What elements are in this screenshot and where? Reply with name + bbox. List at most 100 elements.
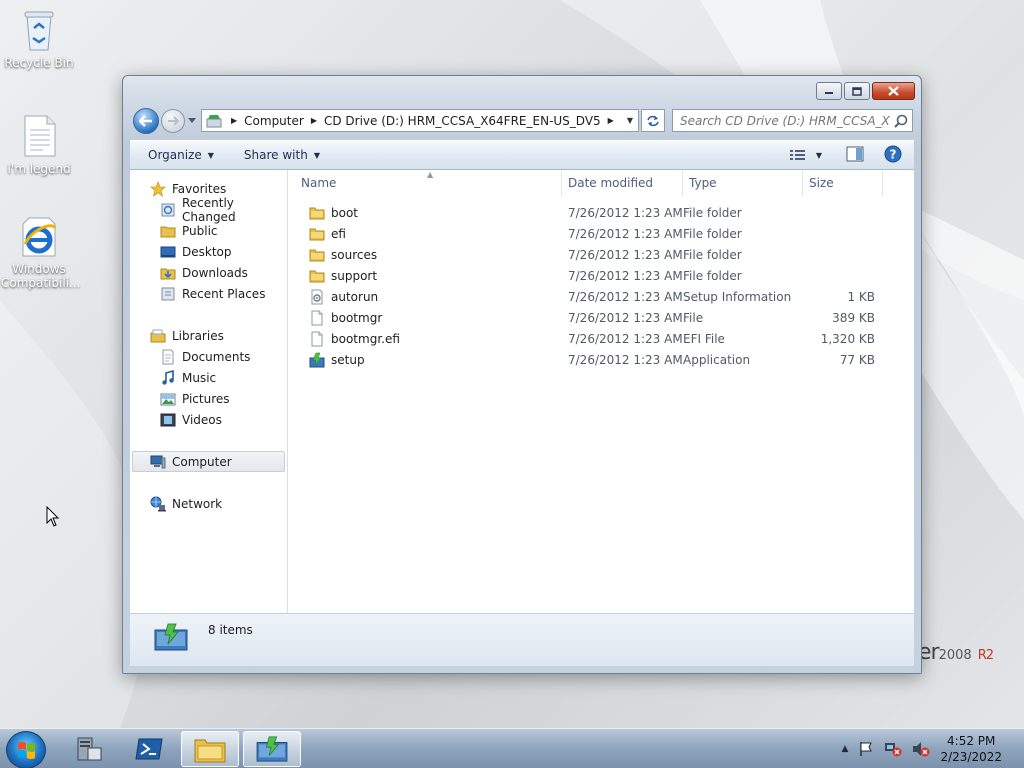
file-name: bootmgr xyxy=(331,310,383,325)
change-view-button[interactable]: ▼ xyxy=(789,149,822,161)
file-name: efi xyxy=(331,226,346,241)
file-name-cell[interactable]: sources xyxy=(289,244,562,265)
desktop-icon-windows-compatibility[interactable]: Windows Compatibili... xyxy=(1,214,80,290)
file-name-cell[interactable]: bootmgr.efi xyxy=(289,328,562,349)
nav-item-recently-changed[interactable]: Recently Changed xyxy=(130,196,287,224)
file-list-pane[interactable]: ▲ Name Date modified Type Size boot 7/26/… xyxy=(289,170,914,613)
file-name-cell[interactable]: bootmgr xyxy=(289,307,562,328)
star-icon xyxy=(150,180,166,197)
file-size: 77 KB xyxy=(839,352,875,367)
taskbar-server-manager[interactable] xyxy=(60,731,118,767)
nav-item-pictures[interactable]: Pictures xyxy=(130,388,287,409)
column-header-label: Type xyxy=(689,176,717,190)
file-type: Setup Information xyxy=(683,289,792,304)
windows-logo-icon xyxy=(18,742,35,759)
nav-computer[interactable]: Computer xyxy=(132,451,285,472)
nav-item-label: Music xyxy=(182,370,217,385)
svg-text:?: ? xyxy=(890,147,897,161)
start-button[interactable] xyxy=(6,731,46,768)
column-header-size[interactable]: Size xyxy=(803,170,883,196)
address-bar[interactable]: ▶ Computer ▶ CD Drive (D:) HRM_CCSA_X64F… xyxy=(201,109,639,132)
nav-item-downloads[interactable]: Downloads xyxy=(130,262,287,283)
desktop-icon-recycle-bin[interactable]: Recycle Bin xyxy=(1,8,77,70)
address-history-dropdown-icon[interactable]: ▼ xyxy=(622,116,638,125)
file-row-efi[interactable]: efi 7/26/2012 1:23 AM File folder xyxy=(289,223,914,244)
search-input[interactable] xyxy=(680,113,890,128)
file-size: 389 KB xyxy=(832,310,875,325)
nav-libraries[interactable]: Libraries xyxy=(130,325,287,346)
file-row-setup[interactable]: setup 7/26/2012 1:23 AM Application 77 KB xyxy=(289,349,914,370)
preview-pane-button[interactable] xyxy=(846,146,864,165)
file-name: support xyxy=(331,268,378,283)
nav-network[interactable]: Network xyxy=(130,493,287,514)
breadcrumb-separator-icon[interactable]: ▶ xyxy=(311,116,317,125)
folder-icon xyxy=(309,205,331,221)
close-icon xyxy=(888,86,899,96)
navigation-pane[interactable]: Favorites Recently Changed Public Deskto… xyxy=(130,170,288,613)
taskbar-powershell[interactable] xyxy=(120,731,178,767)
file-row-bootmgr[interactable]: bootmgr 7/26/2012 1:23 AM File 389 KB xyxy=(289,307,914,328)
text-document-icon xyxy=(19,114,59,158)
desktop-icon xyxy=(160,246,176,257)
desktop-icon-text-file[interactable]: I'm legend xyxy=(1,114,77,176)
share-with-button[interactable]: Share with ▼ xyxy=(234,143,330,167)
clock[interactable]: 4:52 PM 2/23/2022 xyxy=(940,733,1002,765)
file-row-support[interactable]: support 7/26/2012 1:23 AM File folder xyxy=(289,265,914,286)
file-row-boot[interactable]: boot 7/26/2012 1:23 AM File folder xyxy=(289,202,914,223)
close-button[interactable] xyxy=(872,82,915,100)
nav-network-label: Network xyxy=(172,496,223,511)
column-header-type[interactable]: Type xyxy=(683,170,803,196)
breadcrumb-separator-icon: ▶ xyxy=(231,116,238,125)
breadcrumb-computer[interactable]: Computer xyxy=(244,114,304,128)
setup-drive-icon xyxy=(154,623,188,651)
taskbar-windows-explorer[interactable] xyxy=(181,731,239,767)
file-row-bootmgr-efi[interactable]: bootmgr.efi 7/26/2012 1:23 AM EFI File 1,32… xyxy=(289,328,914,349)
back-button[interactable] xyxy=(133,108,159,134)
file-row-sources[interactable]: sources 7/26/2012 1:23 AM File folder xyxy=(289,244,914,265)
show-hidden-icons-button[interactable]: ▲ xyxy=(842,744,849,754)
file-size: 1 KB xyxy=(847,289,875,304)
nav-item-public[interactable]: Public xyxy=(130,220,287,241)
refresh-button[interactable] xyxy=(641,109,665,132)
nav-item-desktop[interactable]: Desktop xyxy=(130,241,287,262)
file-name: boot xyxy=(331,205,359,220)
file-row-autorun[interactable]: autorun 7/26/2012 1:23 AM Setup Informatio… xyxy=(289,286,914,307)
mouse-cursor-icon xyxy=(46,506,60,527)
search-box[interactable] xyxy=(672,109,913,132)
organize-button[interactable]: Organize ▼ xyxy=(138,143,224,167)
nav-item-videos[interactable]: Videos xyxy=(130,409,287,430)
refresh-icon xyxy=(647,115,659,126)
breadcrumb-separator-icon[interactable]: ▶ xyxy=(608,116,614,125)
downloads-folder-icon xyxy=(160,268,176,279)
file-name-cell[interactable]: setup xyxy=(289,349,562,370)
file-icon xyxy=(309,331,331,347)
file-date: 7/26/2012 1:23 AM xyxy=(568,289,683,304)
file-name-cell[interactable]: support xyxy=(289,265,562,286)
forward-button[interactable] xyxy=(161,109,185,133)
nav-item-documents[interactable]: Documents xyxy=(130,346,287,367)
file-type: Application xyxy=(683,352,751,367)
nav-item-recent-places[interactable]: Recent Places xyxy=(130,283,287,304)
taskbar-setup-drive-window[interactable] xyxy=(243,731,301,767)
minimize-button[interactable] xyxy=(816,82,842,100)
action-center-flag-icon[interactable] xyxy=(858,741,874,757)
file-name-cell[interactable]: boot xyxy=(289,202,562,223)
explorer-window[interactable]: ▶ Computer ▶ CD Drive (D:) HRM_CCSA_X64F… xyxy=(122,75,922,674)
nav-item-music[interactable]: Music xyxy=(130,367,287,388)
desktop-icon-label: I'm legend xyxy=(7,162,71,176)
help-button[interactable]: ? xyxy=(884,145,902,166)
column-header-name[interactable]: Name xyxy=(289,170,562,196)
item-count: 8 items xyxy=(208,623,253,637)
breadcrumb-cd-drive[interactable]: CD Drive (D:) HRM_CCSA_X64FRE_EN-US_DV5 xyxy=(324,114,601,128)
file-name-cell[interactable]: efi xyxy=(289,223,562,244)
recent-pages-dropdown-icon[interactable] xyxy=(188,118,196,124)
file-date: 7/26/2012 1:23 AM xyxy=(568,268,683,283)
chevron-down-icon[interactable]: ▼ xyxy=(816,151,822,160)
maximize-button[interactable] xyxy=(844,82,870,100)
network-status-icon[interactable] xyxy=(884,741,902,757)
file-name-cell[interactable]: autorun xyxy=(289,286,562,307)
column-header-date-modified[interactable]: Date modified xyxy=(562,170,683,196)
volume-muted-icon[interactable] xyxy=(912,741,930,757)
search-icon[interactable] xyxy=(890,114,912,128)
nav-item-label: Videos xyxy=(182,412,222,427)
